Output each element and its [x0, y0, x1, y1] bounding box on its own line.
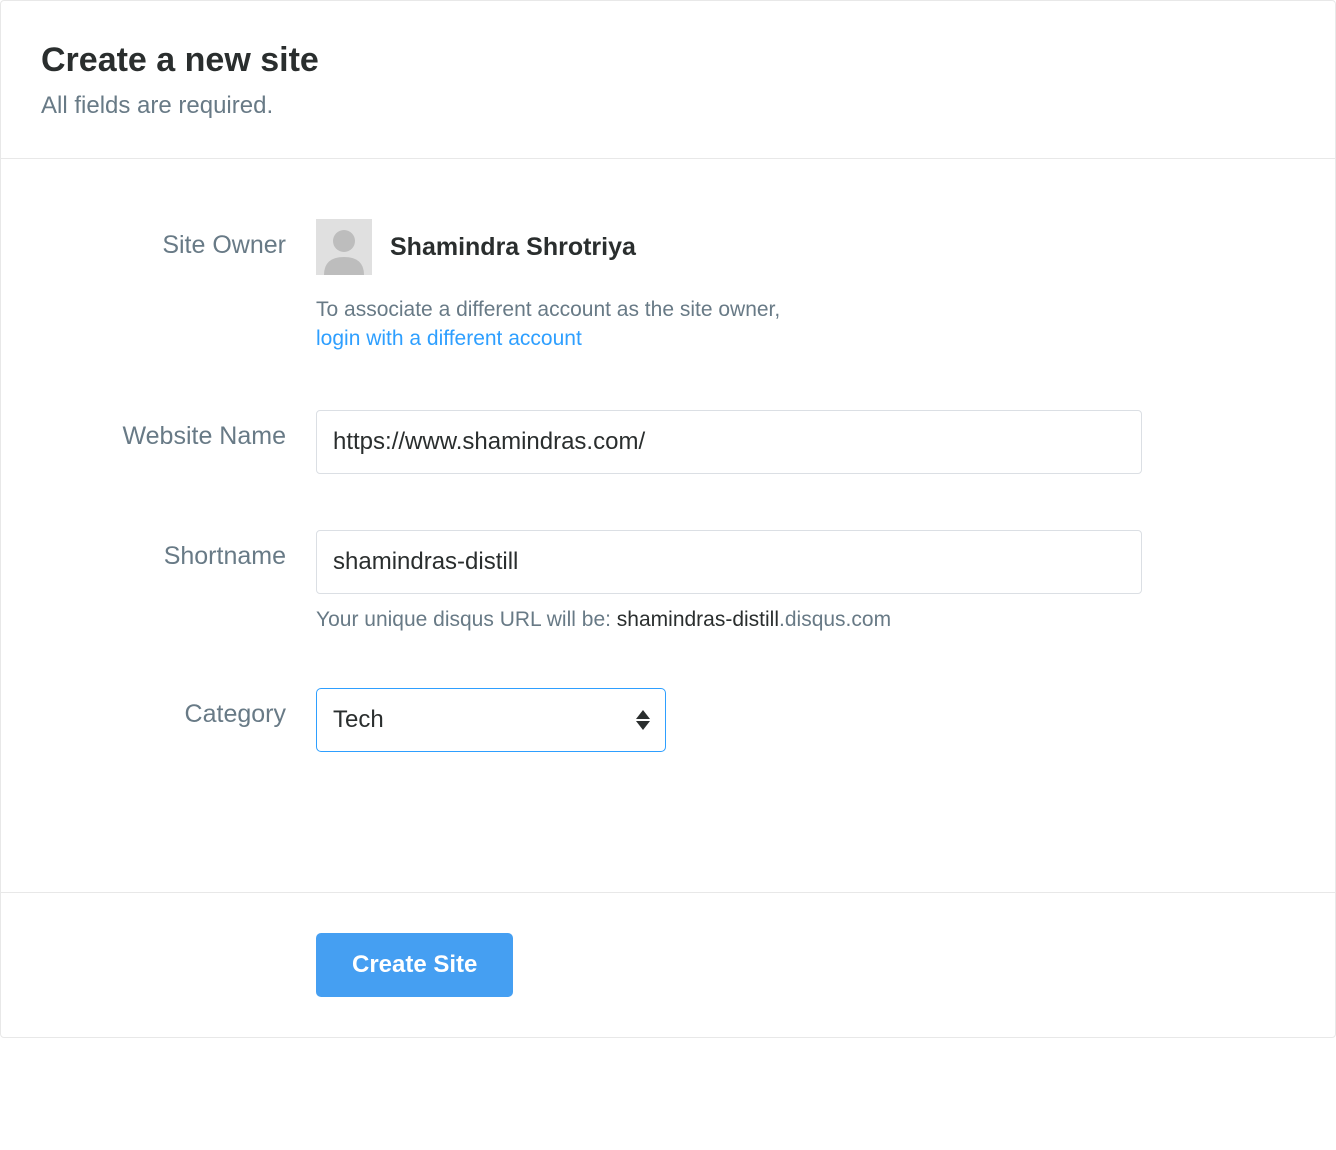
category-row: Category Tech [41, 688, 1295, 752]
category-label: Category [185, 700, 286, 728]
shortname-row: Shortname Your unique disqus URL will be… [41, 530, 1295, 632]
panel-header: Create a new site All fields are require… [1, 1, 1335, 158]
site-owner-name: Shamindra Shrotriya [390, 233, 636, 262]
shortname-label: Shortname [164, 542, 286, 570]
website-name-input[interactable] [316, 410, 1142, 474]
create-site-button[interactable]: Create Site [316, 933, 513, 997]
create-site-panel: Create a new site All fields are require… [0, 0, 1336, 1038]
panel-footer: Create Site [1, 892, 1335, 1037]
category-select[interactable]: Tech [316, 688, 666, 752]
website-name-row: Website Name [41, 410, 1295, 474]
avatar [316, 219, 372, 275]
page-title: Create a new site [41, 41, 1295, 80]
form-body: Site Owner Shamindra Shrotriya To associ… [1, 159, 1335, 892]
shortname-input[interactable] [316, 530, 1142, 594]
shortname-helper: Your unique disqus URL will be: shamindr… [316, 608, 1142, 632]
avatar-placeholder-icon [316, 219, 372, 275]
page-subtitle: All fields are required. [41, 92, 1295, 120]
site-owner-label: Site Owner [162, 231, 286, 259]
website-name-label: Website Name [123, 422, 287, 450]
login-different-account-link[interactable]: login with a different account [316, 327, 582, 350]
site-owner-display: Shamindra Shrotriya [316, 219, 1142, 275]
site-owner-help: To associate a different account as the … [316, 295, 1142, 354]
site-owner-row: Site Owner Shamindra Shrotriya To associ… [41, 219, 1295, 354]
